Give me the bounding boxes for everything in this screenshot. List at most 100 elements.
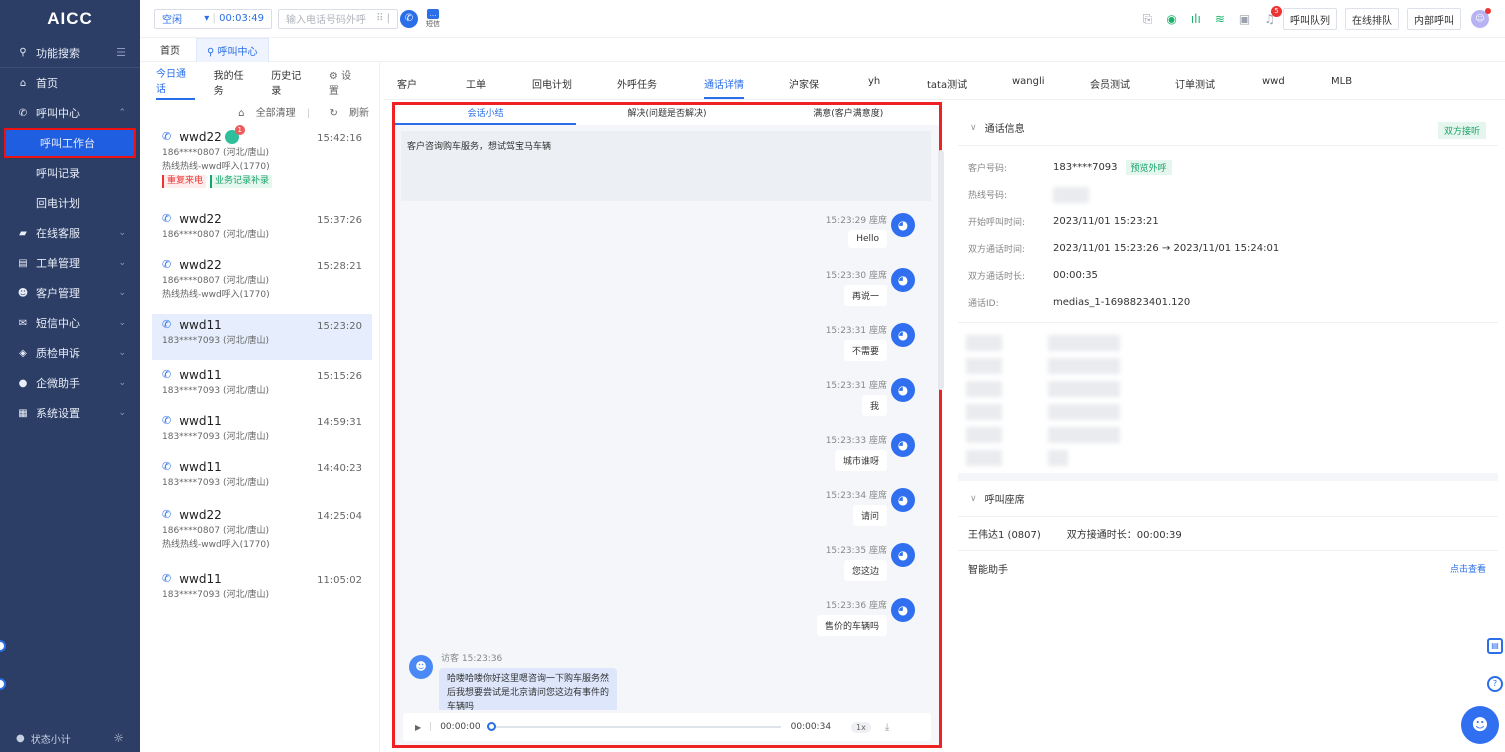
tab-today-calls[interactable]: 今日通话 [156, 65, 195, 100]
sidebar-item[interactable]: ✆ 呼叫中心 ⌃ [0, 98, 140, 128]
agent-message-text: 城市谁呀 [834, 450, 887, 471]
clear-all-button[interactable]: ⌂ 全部清理 [230, 108, 296, 119]
download-icon[interactable]: ⤓ [885, 722, 889, 733]
call-list-item[interactable]: ✆ wwd11 15:15:26 183****7093 (河北/唐山) [152, 364, 372, 400]
sidebar-item[interactable]: ● 企微助手 ⌄ [0, 368, 140, 398]
keypad-icon[interactable]: ⠿ | [376, 13, 390, 24]
sms-button[interactable]: … 短信 [426, 8, 440, 29]
assistant-robot-icon[interactable]: ☻ [1461, 706, 1499, 744]
tab-detail[interactable]: 客户 [397, 76, 417, 91]
dial-button[interactable]: ✆ [400, 9, 418, 28]
translate-icon[interactable]: ⎘ [1143, 12, 1153, 27]
tab-detail[interactable]: 回电计划 [532, 76, 572, 91]
audio-wave-icon[interactable]: ılı [1191, 12, 1201, 26]
tab-settings[interactable]: ⚙ 设置 [329, 67, 360, 97]
call-list-item[interactable]: ✆ wwd11 15:23:20 183****7093 (河北/唐山) [152, 314, 372, 360]
tab-detail[interactable]: 工单 [466, 76, 486, 91]
smart-assistant-link[interactable]: 点击查看 [1450, 562, 1486, 575]
agent-message-meta: 15:23:29 座席 [825, 216, 887, 226]
caller-phone: 183****7093 (河北/唐山) [162, 432, 269, 442]
tab-my-tasks[interactable]: 我的任务 [214, 67, 253, 97]
tab-detail[interactable]: 订单测试 [1175, 76, 1215, 91]
sidebar-item[interactable]: ▦ 系统设置 ⌄ [0, 398, 140, 428]
sidebar-item[interactable]: 回电计划 [0, 188, 140, 218]
summary-text[interactable]: 客户咨询购车服务，想试驾宝马车辆 [401, 131, 931, 201]
refresh-button[interactable]: ↻ 刷新 [321, 108, 369, 119]
avatar[interactable]: ☺ [1471, 8, 1491, 28]
tab-detail[interactable]: yh [868, 76, 880, 87]
chevron-up-icon: ⌃ [118, 108, 126, 118]
tab-history[interactable]: 历史记录 [271, 67, 310, 97]
conversation-scrollbar[interactable] [938, 150, 944, 390]
sidebar-status[interactable]: ● 状态小计 ☼ [0, 724, 140, 752]
call-list-item[interactable]: ✆ wwd11 11:05:02 183****7093 (河北/唐山) [152, 568, 372, 604]
sidebar-item[interactable]: ▰ 在线客服 ⌄ [0, 218, 140, 248]
info-value[interactable]: medias_1-1698823401.120 [1053, 297, 1190, 308]
agent-section-header[interactable]: ∨ 呼叫座席 [958, 481, 1498, 517]
sidebar-item[interactable]: 呼叫记录 [0, 158, 140, 188]
call-time: 14:25:04 [317, 511, 362, 522]
sidebar-item[interactable]: ☻ 客户管理 ⌄ [0, 278, 140, 308]
sidebar-search[interactable]: ⚲ 功能搜索 ☰ [0, 38, 140, 68]
caller-name: wwd22 [179, 508, 222, 522]
call-info-header[interactable]: ∨ 通话信息 双方接听 [958, 110, 1498, 146]
dial-input[interactable]: 输入电话号码外呼 ⠿ | [278, 8, 398, 29]
play-icon[interactable]: ▶ [415, 723, 421, 732]
bell-icon[interactable]: ♫ 5 [1264, 6, 1282, 26]
headset-avatar-icon: ◕ [891, 433, 915, 457]
call-queue-button[interactable]: 呼叫队列 [1283, 8, 1337, 30]
call-list-item[interactable]: ✆ wwd22 15:37:26 186****0807 (河北/唐山) [152, 208, 372, 244]
tab-detail[interactable]: wangli [1012, 76, 1045, 87]
call-list-item[interactable]: ✆ wwd22 15:28:21 186****0807 (河北/唐山) 热线热线-ww… [152, 254, 372, 304]
info-value[interactable]: 183****7093 [1053, 162, 1118, 173]
pin-icon: ⚲ [207, 46, 218, 58]
sidebar-item[interactable]: ⌂ 首页 [0, 68, 140, 98]
player-progress-handle[interactable] [486, 722, 496, 731]
sidebar-item[interactable]: 呼叫工作台 [4, 128, 136, 158]
calendar-icon[interactable]: ▣ [1239, 12, 1250, 26]
shield-icon: ◈ [19, 347, 27, 359]
sidebar-item[interactable]: ▤ 工单管理 ⌄ [0, 248, 140, 278]
headset-icon[interactable]: ◉ [1166, 12, 1176, 26]
sidebar-item[interactable]: ✉ 短信中心 ⌄ [0, 308, 140, 338]
player-progress-track[interactable] [486, 722, 781, 731]
tab-detail[interactable]: MLB [1331, 76, 1352, 87]
subtab-summary[interactable]: 会话小结 [395, 105, 577, 125]
sidebar-item[interactable]: ◈ 质检申诉 ⌄ [0, 338, 140, 368]
player-current-time: 00:00:00 [440, 722, 481, 732]
info-row: 开始呼叫时间: 2023/11/01 15:23:21 [958, 208, 1498, 235]
subtab-resolved[interactable]: 解决(问题是否解决) [576, 105, 757, 125]
tab-detail[interactable]: wwd [1262, 76, 1285, 87]
tab-call-center[interactable]: ⚲ 呼叫中心 [196, 37, 269, 62]
info-row: 双方通话时间: 2023/11/01 15:23:26 → 2023/11/01 … [958, 235, 1498, 262]
tab-detail[interactable]: tata测试 [927, 76, 967, 91]
theme-toggle-icon[interactable]: ☼ [113, 731, 124, 745]
message-list[interactable]: ☻ 访客 15:23:36 哈喽哈喽你好这里嗯咨询一下购车服务然后我想要尝试是北… [395, 205, 939, 710]
playback-speed-button[interactable]: 1x [851, 721, 871, 733]
audio-player: ▶ | 00:00:00 00:00:34 1x ⤓ [403, 713, 931, 741]
collapse-menu-icon[interactable]: ☰ [116, 46, 126, 59]
tab-home[interactable]: 首页 [160, 42, 180, 57]
wifi-icon[interactable]: ≋ [1215, 12, 1225, 26]
call-list-item[interactable]: ✆ wwd11 14:40:23 183****7093 (河北/唐山) [152, 456, 372, 492]
subtab-satisfaction[interactable]: 满意(客户满意度) [758, 105, 939, 125]
info-value[interactable]: 2023/11/01 15:23:21 [1053, 216, 1159, 227]
notes-icon[interactable]: ▤ [1487, 638, 1503, 654]
online-queue-button[interactable]: 在线排队 [1345, 8, 1399, 30]
info-key: 双方通话时间: [968, 245, 1026, 255]
phone-icon: ✆ [18, 107, 28, 119]
tab-detail[interactable]: 会员测试 [1090, 76, 1130, 91]
call-tag: 重复来电 [162, 175, 207, 188]
agent-status-select[interactable]: 空闲 ▾ | 00:03:49 [154, 8, 272, 29]
help-icon[interactable]: ? [1487, 676, 1503, 692]
call-list-item[interactable]: ✆ wwd22 14:25:04 186****0807 (河北/唐山) 热线热线-ww… [152, 504, 372, 554]
tab-detail[interactable]: 通话详情 [704, 76, 744, 99]
info-value[interactable]: 00:00:35 [1053, 270, 1098, 281]
call-list-item[interactable]: ✆ wwd22 1 15:42:16 186****0807 (河北/唐山) 热线热线-w… [152, 125, 372, 190]
tab-detail[interactable]: 外呼任务 [617, 76, 657, 91]
agent-message-text: 请问 [852, 505, 887, 526]
call-list-item[interactable]: ✆ wwd11 14:59:31 183****7093 (河北/唐山) [152, 410, 372, 446]
info-value[interactable]: 2023/11/01 15:23:26 → 2023/11/01 15:24:0… [1053, 243, 1279, 254]
internal-call-button[interactable]: 内部呼叫 [1407, 8, 1461, 30]
tab-detail[interactable]: 沪家保 [789, 76, 819, 91]
